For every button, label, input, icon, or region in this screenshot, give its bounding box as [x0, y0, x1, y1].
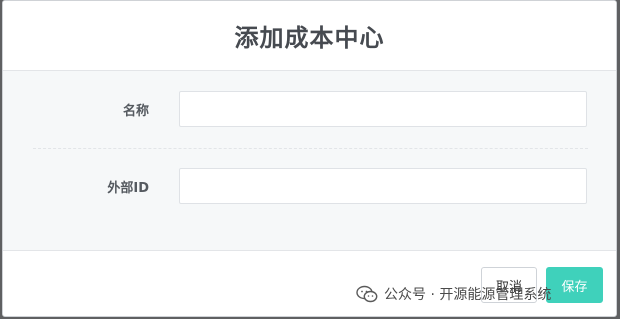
- form-divider: [33, 148, 588, 149]
- dialog-header: 添加成本中心: [3, 1, 616, 71]
- wechat-icon: [356, 285, 378, 303]
- form-row-external-id: 外部ID: [3, 168, 616, 204]
- external-id-input[interactable]: [179, 168, 587, 204]
- name-label: 名称: [122, 104, 149, 119]
- save-button[interactable]: 保存: [546, 267, 603, 303]
- form-row-name: 名称: [3, 91, 616, 127]
- add-cost-center-dialog: 添加成本中心 名称 外部ID 取消 保存: [2, 0, 617, 317]
- dialog-body: 名称 外部ID: [3, 71, 616, 251]
- dialog-title: 添加成本中心: [234, 24, 385, 52]
- watermark-text: 公众号 · 开源能源管理系统: [384, 287, 552, 303]
- watermark: 公众号 · 开源能源管理系统: [356, 283, 551, 305]
- external-id-label: 外部ID: [107, 181, 149, 196]
- name-input[interactable]: [179, 91, 587, 127]
